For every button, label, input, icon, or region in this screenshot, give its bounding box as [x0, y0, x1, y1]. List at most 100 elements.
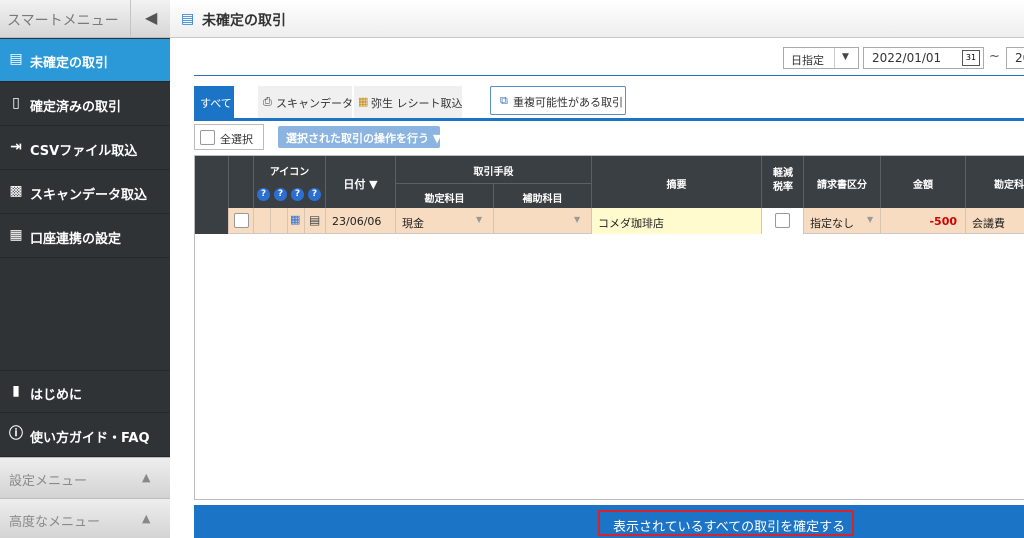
- header-reduced-tax: 軽減税率: [762, 156, 804, 208]
- header-date[interactable]: 日付 ▼: [326, 156, 396, 208]
- date-cell[interactable]: 23/06/06: [326, 208, 396, 234]
- duplicate-icon: ⧉: [500, 94, 508, 107]
- duplicate-candidates-button[interactable]: ⧉ 重複可能性がある取引: [490, 86, 626, 115]
- amount-cell[interactable]: -500: [881, 208, 966, 234]
- help-circle-icon: ⓘ: [9, 426, 23, 442]
- header-account2: 勘定科: [966, 156, 1024, 208]
- sidebar-header: スマートメニュー ◀: [0, 0, 170, 38]
- scan-icon[interactable]: ▦: [290, 213, 300, 226]
- sidebar-item-label: スキャンデータ取込: [30, 188, 148, 203]
- tab-label: スキャンデータ: [276, 97, 353, 110]
- period-type-select[interactable]: 日指定 ▼: [783, 47, 859, 69]
- document-icon: ▯: [12, 95, 20, 111]
- sub-account-cell[interactable]: ▼: [494, 208, 592, 234]
- header-account-label: 勘定科目: [424, 194, 465, 205]
- account-cell[interactable]: 現金 ▼: [396, 208, 494, 234]
- select-all-checkbox[interactable]: 全選択: [194, 124, 264, 150]
- tab-label: すべて: [200, 97, 232, 110]
- reduced-tax-checkbox[interactable]: [775, 213, 790, 228]
- date-from-value: 2022/01/01: [872, 51, 942, 65]
- sidebar-collapse-button[interactable]: ◀: [130, 0, 170, 38]
- tab-yayoi-receipt[interactable]: ▦ 弥生 レシート取込: [354, 86, 463, 118]
- checkbox[interactable]: [200, 130, 215, 145]
- sidebar-item-unconfirmed[interactable]: ▤ 未確定の取引: [0, 39, 170, 82]
- tab-underline: [194, 118, 1024, 121]
- duplicate-candidates-label: 重複可能性がある取引: [513, 96, 623, 109]
- app-window: スマートメニュー ◀ ▤ 未確定の取引 ▯ 確定済みの取引 ⇥ CSVファイル取…: [0, 0, 1024, 538]
- summary-cell[interactable]: コメダ珈琲店: [592, 208, 762, 234]
- dropdown-arrow-icon: ▼: [574, 215, 581, 224]
- reduced-tax-cell: [762, 208, 804, 234]
- transactions-table: アイコン ? ? ? ? 日付 ▼ 取引手段 勘定科目 補助科目 摘要 軽減税率…: [194, 155, 1024, 500]
- advanced-menu-label: 高度なメニュー: [9, 515, 101, 530]
- divider: [194, 75, 1024, 76]
- sidebar-item-csv-import[interactable]: ⇥ CSVファイル取込: [0, 127, 170, 170]
- tab-scan-data[interactable]: ⎙ スキャンデータ: [258, 86, 353, 118]
- document-icon[interactable]: ▤: [309, 213, 320, 227]
- help-icon[interactable]: ?: [274, 188, 287, 201]
- row-summary: コメダ珈琲店: [598, 217, 664, 230]
- date-to-input[interactable]: 20: [1006, 47, 1024, 69]
- confirm-all-label: 表示されているすべての取引を確定する: [613, 520, 846, 535]
- header-date-label: 日付 ▼: [343, 178, 378, 191]
- sidebar-item-label: 確定済みの取引: [30, 100, 122, 115]
- header-summary: 摘要: [592, 156, 762, 208]
- header-invoice: 請求書区分: [804, 156, 881, 208]
- scanner-icon: ▩: [9, 183, 23, 199]
- chevron-left-icon: ◀: [145, 8, 158, 27]
- header-handle: [195, 156, 229, 208]
- row-date: 23/06/06: [332, 215, 382, 228]
- date-from-input[interactable]: 2022/01/01 31: [863, 47, 984, 69]
- invoice-cell[interactable]: 指定なし ▼: [804, 208, 881, 234]
- date-to-value: 20: [1015, 51, 1024, 65]
- help-icon[interactable]: ?: [257, 188, 270, 201]
- header-account2-label: 勘定科: [994, 180, 1024, 191]
- header-sub-account-label: 補助科目: [522, 194, 563, 205]
- tab-all[interactable]: すべて: [194, 86, 234, 118]
- receipt-icon: ▦: [358, 95, 369, 108]
- table-row[interactable]: ▦ ▤ 23/06/06 現金 ▼ ▼ コメダ珈琲店 指定なし ▼ -500 会…: [195, 208, 1024, 234]
- header-sub-account: 補助科目: [494, 183, 592, 208]
- book-icon: ▤: [9, 51, 23, 67]
- help-icon[interactable]: ?: [291, 188, 304, 201]
- settings-menu-toggle[interactable]: 設定メニュー ▲: [0, 457, 170, 498]
- sidebar-item-getting-started[interactable]: ▮ はじめに: [0, 370, 170, 413]
- sidebar-item-label: 使い方ガイド・FAQ: [30, 431, 150, 446]
- icon-cell: [271, 208, 288, 234]
- bulk-operation-label: 選択された取引の操作を行う ▼: [286, 132, 442, 145]
- tab-label: 弥生 レシート取込: [371, 97, 463, 110]
- icon-cell: ▦: [288, 208, 305, 234]
- sidebar-title: スマートメニュー: [7, 13, 119, 29]
- sidebar-item-confirmed[interactable]: ▯ 確定済みの取引: [0, 83, 170, 126]
- header-amount-label: 金額: [913, 180, 933, 191]
- sidebar-item-guide-faq[interactable]: ⓘ 使い方ガイド・FAQ: [0, 414, 170, 457]
- bulk-operation-button[interactable]: 選択された取引の操作を行う ▼: [278, 126, 442, 148]
- row-account2: 会議費: [972, 217, 1005, 230]
- sidebar-item-scan-import[interactable]: ▩ スキャンデータ取込: [0, 171, 170, 214]
- dropdown-arrow-icon: ▼: [476, 215, 483, 224]
- header-method-label: 取引手段: [473, 167, 514, 178]
- chevron-up-icon: ▲: [142, 471, 151, 484]
- confirm-all-button[interactable]: 表示されているすべての取引を確定する: [598, 510, 854, 536]
- calendar-icon[interactable]: 31: [962, 50, 980, 66]
- page-title: 未確定の取引: [202, 13, 286, 29]
- header-reduced-tax-label: 軽減税率: [773, 168, 793, 193]
- row-handle[interactable]: [195, 208, 229, 234]
- sidebar-item-label: 未確定の取引: [30, 56, 109, 71]
- page-header: ▤ 未確定の取引: [170, 0, 1024, 38]
- row-checkbox[interactable]: [234, 213, 249, 228]
- sidebar-item-label: はじめに: [30, 388, 83, 403]
- icon-cell: ▤: [305, 208, 326, 234]
- header-invoice-label: 請求書区分: [817, 180, 867, 191]
- advanced-menu-toggle[interactable]: 高度なメニュー ▲: [0, 498, 170, 538]
- icon-cell: [254, 208, 271, 234]
- notebook-icon: ▮: [12, 383, 20, 399]
- sidebar-item-bank-link[interactable]: ▦ 口座連携の設定: [0, 215, 170, 258]
- header-icon: アイコン ? ? ? ?: [254, 156, 326, 208]
- select-divider: [834, 48, 835, 68]
- settings-menu-label: 設定メニュー: [9, 474, 88, 489]
- account2-cell[interactable]: 会議費: [966, 208, 1024, 234]
- sidebar-item-label: 口座連携の設定: [30, 232, 122, 247]
- help-icon[interactable]: ?: [308, 188, 321, 201]
- period-type-value: 日指定: [791, 54, 824, 67]
